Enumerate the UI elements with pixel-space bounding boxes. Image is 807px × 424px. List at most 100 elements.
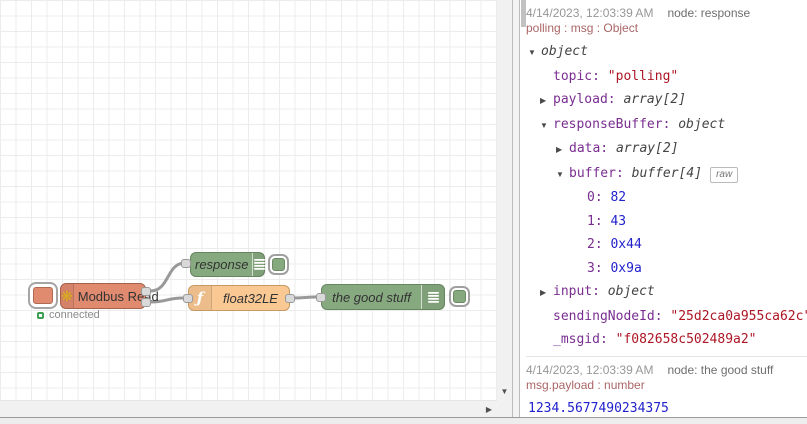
canvas-vertical-scrollbar[interactable]: ▼: [497, 0, 512, 400]
json-number-value: 1234.5677490234375: [528, 400, 669, 416]
wires-layer: [148, 261, 318, 304]
good-stuff-input-port[interactable]: [316, 293, 326, 302]
scrollbar-corner: [497, 400, 512, 417]
json-type-label: object: [607, 284, 655, 299]
node-float32le[interactable]: ƒ float32LE: [188, 285, 290, 311]
debug-message: 4/14/2023, 12:03:39 AM node: response poll…: [526, 0, 807, 357]
json-key: topic:: [553, 68, 608, 84]
json-type-label: array[2]: [623, 92, 687, 107]
raw-toggle-button[interactable]: raw: [710, 166, 739, 183]
collapse-arrow-icon[interactable]: ▼: [528, 41, 541, 65]
json-type-label: object: [678, 116, 726, 132]
node-label: float32LE: [223, 290, 278, 306]
json-number-value: 0x44: [610, 237, 642, 252]
json-string-value: "25d2ca0a955ca62c": [670, 308, 807, 324]
status-label: connected: [49, 309, 100, 321]
debug-tree-row: 2: 0x44: [526, 233, 807, 257]
debug-tree-row: 1: 43: [526, 210, 807, 234]
json-key: buffer:: [569, 165, 632, 181]
debug-source-node[interactable]: node: the good stuff: [667, 363, 773, 377]
window-footer: [0, 417, 807, 424]
debug-tree-row: ▶ data: array[2]: [526, 137, 807, 162]
debug-source-node[interactable]: node: response: [667, 6, 750, 20]
json-number-value: 82: [610, 190, 627, 205]
sidebar-splitter[interactable]: [512, 0, 520, 417]
float32le-input-port[interactable]: [183, 294, 193, 303]
debug-tree-row: 3: 0x9a: [526, 257, 807, 281]
debug-sidebar: 4/14/2023, 12:03:39 AM node: response poll…: [520, 0, 807, 417]
modbus-node-button[interactable]: [28, 282, 58, 309]
debug-timestamp: 4/14/2023, 12:03:39 AM: [526, 6, 654, 20]
function-f-icon: ƒ: [196, 289, 204, 307]
debug-list-icon: [427, 291, 439, 303]
json-key: sendingNodeId:: [553, 308, 671, 324]
debug-tree-row: ▼ object: [526, 40, 807, 65]
json-number-value: 0x9a: [610, 260, 642, 276]
debug-message-meta: 4/14/2023, 12:03:39 AM node: response: [526, 0, 807, 20]
status-square-icon: [37, 311, 44, 319]
debug-tree-row: 0: 82: [526, 186, 807, 210]
json-type-label: object: [541, 44, 588, 59]
modbus-status: connected: [37, 309, 100, 321]
json-key: _msgid:: [553, 332, 616, 347]
modbus-icon: ❋: [61, 284, 74, 308]
collapse-arrow-icon[interactable]: ▼: [556, 163, 569, 187]
debug-tree-row: topic: "polling": [526, 65, 807, 89]
scroll-down-arrow-icon[interactable]: ▼: [497, 385, 512, 399]
json-key: 2:: [587, 237, 611, 252]
debug-icon: [421, 285, 444, 309]
debug-tree-row: ▼ responseBuffer: object: [526, 113, 807, 138]
node-the-good-stuff[interactable]: the good stuff: [321, 284, 445, 310]
debug-tree-row: _msgid: "f082658c502489a2": [526, 328, 807, 352]
debug-tree-row: ▼ buffer: buffer[4] raw: [526, 162, 807, 187]
node-red-app: ❋ Modbus Read connected response ƒ float…: [0, 0, 807, 424]
response-enable-button[interactable]: [268, 254, 289, 275]
collapse-arrow-icon[interactable]: ▼: [540, 114, 553, 138]
modbus-output-port-1[interactable]: [141, 287, 151, 296]
debug-icon: [252, 253, 267, 276]
debug-tree-row: ▶ input: object: [526, 280, 807, 305]
good-stuff-enable-button-fill: [453, 290, 466, 303]
node-label: the good stuff: [332, 289, 411, 305]
debug-message-list: 4/14/2023, 12:03:39 AM node: response poll…: [526, 0, 807, 417]
json-key: 3:: [587, 260, 611, 276]
node-response[interactable]: response: [190, 252, 267, 277]
response-enable-button-fill: [272, 258, 285, 271]
json-key: responseBuffer:: [553, 116, 679, 132]
json-type-label: buffer[4]: [631, 165, 703, 181]
expand-arrow-icon[interactable]: ▶: [540, 281, 553, 305]
json-number-value: 43: [610, 213, 627, 229]
json-key: 0:: [587, 190, 611, 205]
node-modbus-read[interactable]: ❋ Modbus Read: [60, 283, 159, 309]
debug-message: 4/14/2023, 12:03:39 AM node: the good stu…: [526, 357, 807, 418]
debug-json-tree: 1234.5677490234375: [526, 395, 807, 418]
good-stuff-enable-button[interactable]: [449, 286, 470, 307]
debug-message-topic: polling : msg : Object: [526, 21, 639, 35]
modbus-node-button-fill: [33, 287, 53, 304]
node-label: response: [195, 257, 249, 272]
wire[interactable]: [292, 295, 318, 300]
wire[interactable]: [148, 261, 187, 293]
debug-json-tree: ▼ object topic: "polling" ▶ payload: array[2…: [526, 38, 807, 352]
json-key: payload:: [553, 92, 624, 107]
sidebar-scrollbar-thumb[interactable]: [521, 0, 526, 27]
debug-message-topic: msg.payload : number: [526, 377, 645, 392]
response-input-port[interactable]: [181, 259, 191, 268]
expand-arrow-icon[interactable]: ▶: [556, 138, 569, 162]
json-type-label: array[2]: [615, 141, 679, 156]
json-key: 1:: [587, 213, 611, 229]
modbus-output-port-2[interactable]: [141, 298, 151, 307]
debug-message-meta: 4/14/2023, 12:03:39 AM node: the good stu…: [526, 357, 807, 377]
expand-arrow-icon[interactable]: ▶: [540, 89, 553, 113]
json-string-value: "polling": [607, 68, 679, 84]
debug-timestamp: 4/14/2023, 12:03:39 AM: [526, 362, 654, 377]
json-string-value: "f082658c502489a2": [615, 332, 757, 347]
float32le-output-port[interactable]: [285, 294, 295, 303]
json-key: input:: [553, 284, 608, 299]
scroll-right-arrow-icon[interactable]: ▶: [486, 402, 492, 417]
debug-tree-row: ▶ payload: array[2]: [526, 88, 807, 113]
modbus-gear-icon: ❋: [61, 288, 73, 304]
debug-tree-row: sendingNodeId: "25d2ca0a955ca62c": [526, 305, 807, 329]
flow-canvas[interactable]: ❋ Modbus Read connected response ƒ float…: [0, 0, 497, 400]
canvas-horizontal-scrollbar[interactable]: ▶: [0, 400, 497, 417]
